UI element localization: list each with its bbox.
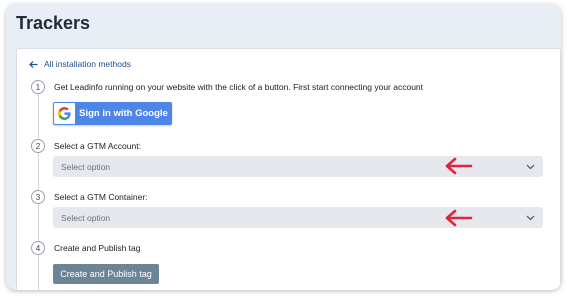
- step-number-1: 1: [31, 80, 45, 94]
- arrow-left-icon: [445, 209, 473, 227]
- trackers-window: Trackers All installation methods 1 Get …: [6, 4, 561, 290]
- steps-timeline: [38, 87, 39, 290]
- gtm-container-select-value: Select option: [61, 212, 111, 223]
- installation-card: All installation methods 1 Get Leadinfo …: [16, 48, 561, 290]
- page-title: Trackers: [16, 13, 91, 33]
- sign-in-with-google-button[interactable]: Sign in with Google: [53, 102, 172, 125]
- step-2-text: Select a GTM Account:: [54, 141, 141, 151]
- step-number-4: 4: [31, 241, 45, 255]
- step-3-text: Select a GTM Container:: [54, 192, 148, 202]
- create-and-publish-tag-button[interactable]: Create and Publish tag: [53, 264, 159, 284]
- step-1-text: Get Leadinfo running on your website wit…: [54, 82, 424, 92]
- arrow-left-icon: [29, 60, 38, 68]
- step-number-2: 2: [31, 139, 45, 153]
- step-4-text: Create and Publish tag: [54, 243, 141, 253]
- arrow-left-icon: [445, 157, 473, 175]
- google-button-label: Sign in with Google: [79, 108, 168, 119]
- step-number-3: 3: [31, 190, 45, 204]
- back-link[interactable]: All installation methods: [29, 59, 131, 69]
- chevron-down-icon: [526, 164, 535, 170]
- chevron-down-icon: [526, 215, 535, 221]
- google-g-icon: [54, 103, 75, 124]
- gtm-account-select-value: Select option: [61, 161, 111, 172]
- back-link-label: All installation methods: [44, 59, 131, 69]
